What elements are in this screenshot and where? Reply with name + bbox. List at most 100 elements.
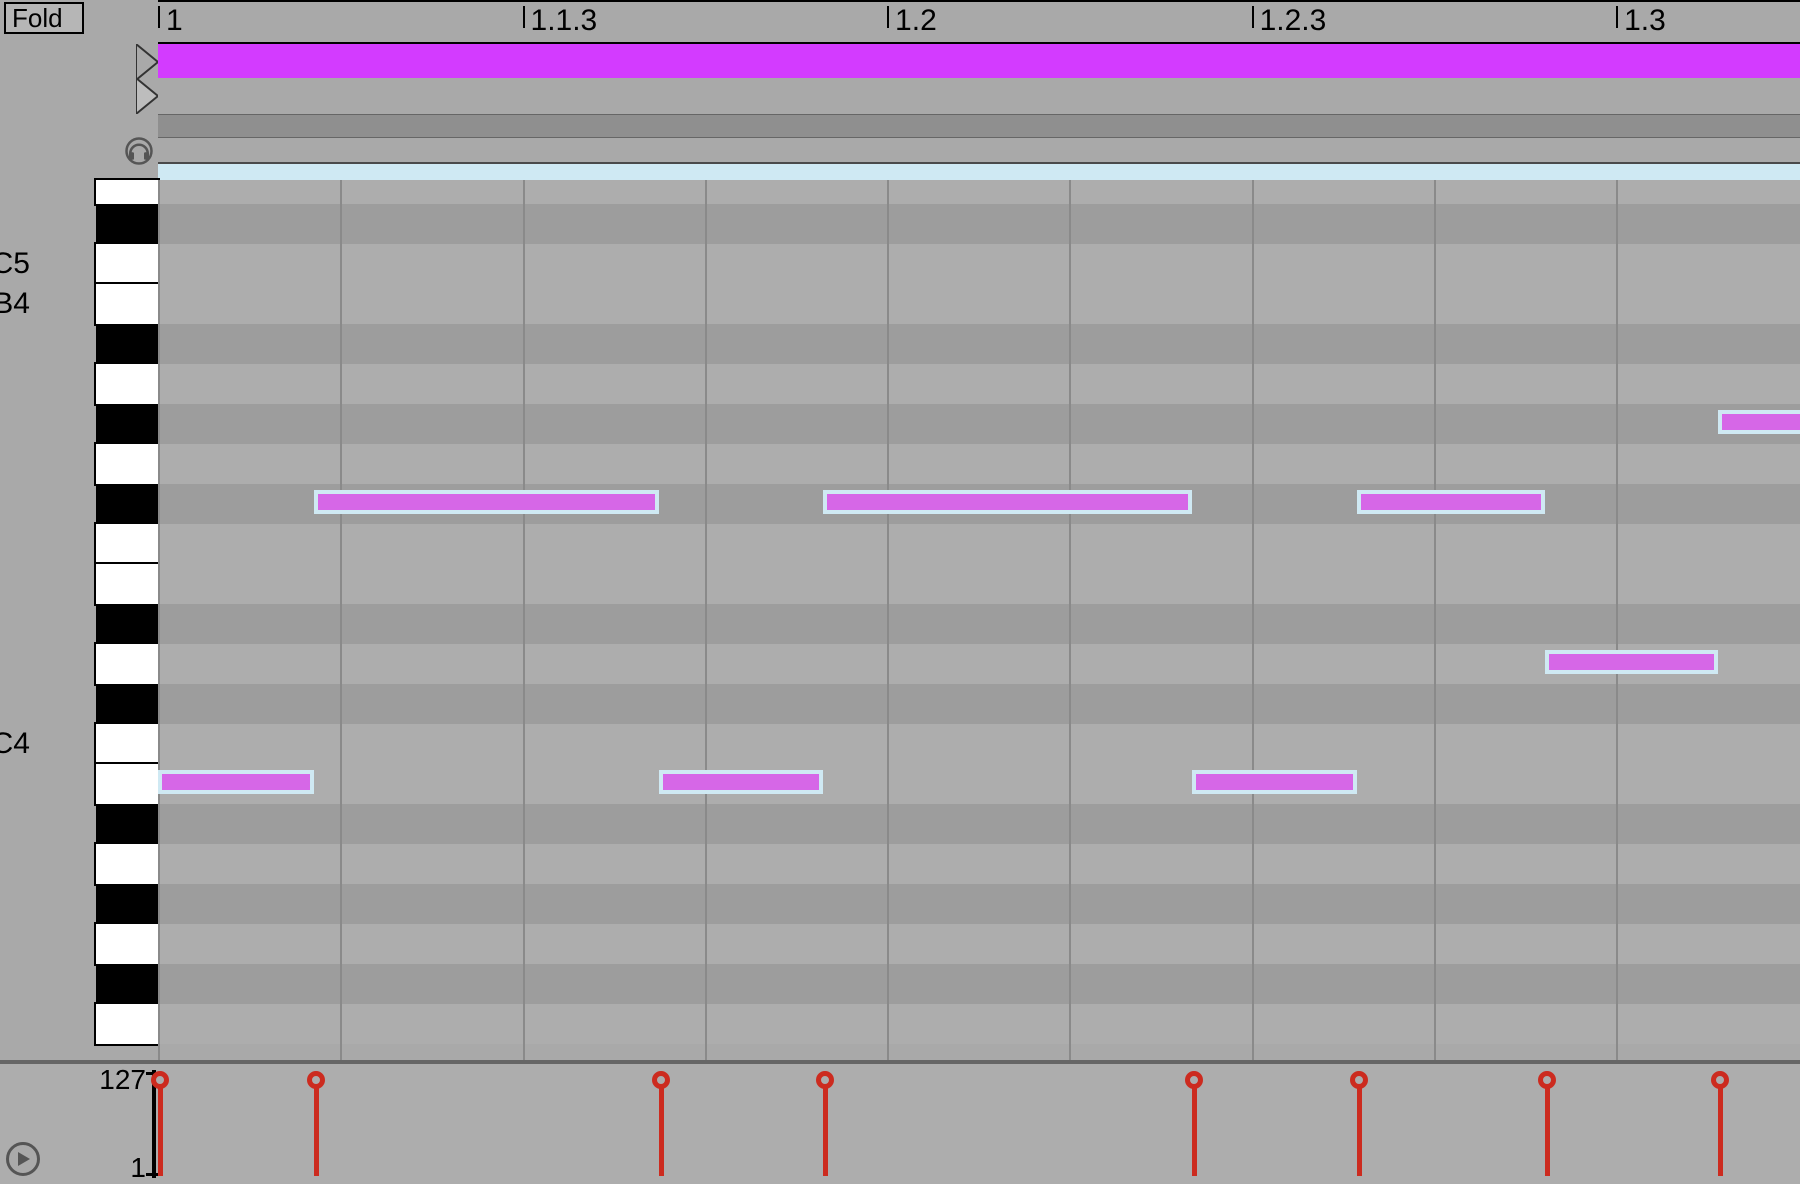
- note-lane: [158, 404, 1800, 444]
- piano-key-white[interactable]: [96, 284, 158, 324]
- velocity-handle[interactable]: [1538, 1071, 1556, 1089]
- note-lane: [158, 180, 1800, 204]
- start-marker-row[interactable]: [158, 78, 1800, 114]
- beat-gridline: [340, 180, 342, 1060]
- velocity-scale: 127 1: [96, 1064, 158, 1184]
- ruler-tick-label: 1.3: [1624, 4, 1666, 38]
- note-lane: [158, 684, 1800, 724]
- note-lane: [158, 844, 1800, 884]
- piano-key-black[interactable]: [96, 324, 158, 364]
- piano-key-white[interactable]: [96, 564, 158, 604]
- note-lane: [158, 564, 1800, 604]
- note-lane: [158, 764, 1800, 804]
- velocity-stem[interactable]: [1357, 1076, 1362, 1176]
- midi-note[interactable]: [158, 770, 314, 794]
- velocity-editor[interactable]: [158, 1064, 1800, 1184]
- note-lane: [158, 364, 1800, 404]
- velocity-lane[interactable]: 127 1: [0, 1060, 1800, 1184]
- velocity-stem[interactable]: [1192, 1076, 1197, 1176]
- midi-note[interactable]: [1192, 770, 1356, 794]
- piano-key-white[interactable]: [96, 244, 158, 284]
- note-lane: [158, 524, 1800, 564]
- velocity-handle[interactable]: [1711, 1071, 1729, 1089]
- note-lane: [158, 444, 1800, 484]
- piano-key-white[interactable]: [96, 524, 158, 564]
- midi-note[interactable]: [823, 490, 1192, 514]
- beat-gridline: [1434, 180, 1436, 1060]
- piano-key-black[interactable]: [96, 884, 158, 924]
- velocity-handle[interactable]: [1350, 1071, 1368, 1089]
- ruler-tick-mark: [1252, 6, 1254, 28]
- piano-key-black[interactable]: [96, 604, 158, 644]
- midi-note[interactable]: [1718, 410, 1800, 434]
- piano-key-white[interactable]: [96, 644, 158, 684]
- header-strip: [158, 114, 1800, 138]
- preview-play-button[interactable]: [6, 1142, 40, 1176]
- key-label: B4: [0, 287, 30, 321]
- note-lane: [158, 324, 1800, 364]
- velocity-stem[interactable]: [1718, 1076, 1723, 1176]
- piano-key-white[interactable]: [96, 364, 158, 404]
- clip-loop-bar[interactable]: [158, 42, 1800, 78]
- clip-start-marker[interactable]: [136, 78, 158, 121]
- piano-key-black[interactable]: [96, 684, 158, 724]
- note-lane: [158, 804, 1800, 844]
- piano-key-black[interactable]: [96, 204, 158, 244]
- velocity-stem[interactable]: [158, 1076, 163, 1176]
- note-lane: [158, 244, 1800, 284]
- velocity-handle[interactable]: [652, 1071, 670, 1089]
- piano-key-white[interactable]: [96, 924, 158, 964]
- beat-gridline: [1069, 180, 1071, 1060]
- velocity-stem[interactable]: [314, 1076, 319, 1176]
- note-lane: [158, 284, 1800, 324]
- piano-key-black[interactable]: [96, 484, 158, 524]
- key-label: C5: [0, 247, 30, 281]
- beat-gridline: [158, 180, 160, 1060]
- velocity-handle[interactable]: [151, 1071, 169, 1089]
- velocity-handle[interactable]: [816, 1071, 834, 1089]
- ruler-tick-label: 1.2: [895, 4, 937, 38]
- piano-key-white[interactable]: [96, 764, 158, 804]
- piano-key-white[interactable]: [96, 444, 158, 484]
- selection-bar[interactable]: [158, 162, 1800, 180]
- velocity-handle[interactable]: [1185, 1071, 1203, 1089]
- ruler-tick-mark: [523, 6, 525, 28]
- piano-key-white[interactable]: [96, 724, 158, 764]
- clip-header: 1 1.1.3 1.2 1.2.3 1.3: [158, 0, 1800, 180]
- ruler-tick-mark: [1616, 6, 1618, 28]
- beat-gridline: [1616, 180, 1618, 1060]
- velocity-min-label: 1: [130, 1152, 146, 1184]
- key-label-column: C5B4C4: [0, 0, 96, 1184]
- ruler-tick-label: 1: [166, 4, 183, 38]
- piano-key-black[interactable]: [96, 404, 158, 444]
- velocity-stem[interactable]: [823, 1076, 828, 1176]
- ruler-tick-mark: [158, 6, 160, 28]
- piano-roll-keys[interactable]: [96, 180, 158, 1060]
- piano-key[interactable]: [96, 180, 158, 204]
- velocity-handle[interactable]: [307, 1071, 325, 1089]
- note-lane: [158, 884, 1800, 924]
- ruler-tick-label: 1.2.3: [1260, 4, 1327, 38]
- beat-gridline: [705, 180, 707, 1060]
- midi-note-grid[interactable]: [158, 180, 1800, 1060]
- midi-note[interactable]: [659, 770, 823, 794]
- ruler-tick-label: 1.1.3: [531, 4, 598, 38]
- headphones-icon[interactable]: [124, 136, 154, 173]
- time-ruler[interactable]: 1 1.1.3 1.2 1.2.3 1.3: [158, 0, 1800, 42]
- piano-key-black[interactable]: [96, 804, 158, 844]
- velocity-stem[interactable]: [1545, 1076, 1550, 1176]
- beat-gridline: [887, 180, 889, 1060]
- note-lane: [158, 724, 1800, 764]
- note-lane: [158, 964, 1800, 1004]
- note-lane: [158, 604, 1800, 644]
- midi-note[interactable]: [314, 490, 659, 514]
- midi-note[interactable]: [1545, 650, 1717, 674]
- loop-start-marker[interactable]: [136, 44, 158, 80]
- piano-key-white[interactable]: [96, 844, 158, 884]
- note-lane: [158, 924, 1800, 964]
- note-lane: [158, 1004, 1800, 1044]
- piano-key-black[interactable]: [96, 964, 158, 1004]
- velocity-stem[interactable]: [659, 1076, 664, 1176]
- midi-note[interactable]: [1357, 490, 1546, 514]
- piano-key-white[interactable]: [96, 1004, 158, 1044]
